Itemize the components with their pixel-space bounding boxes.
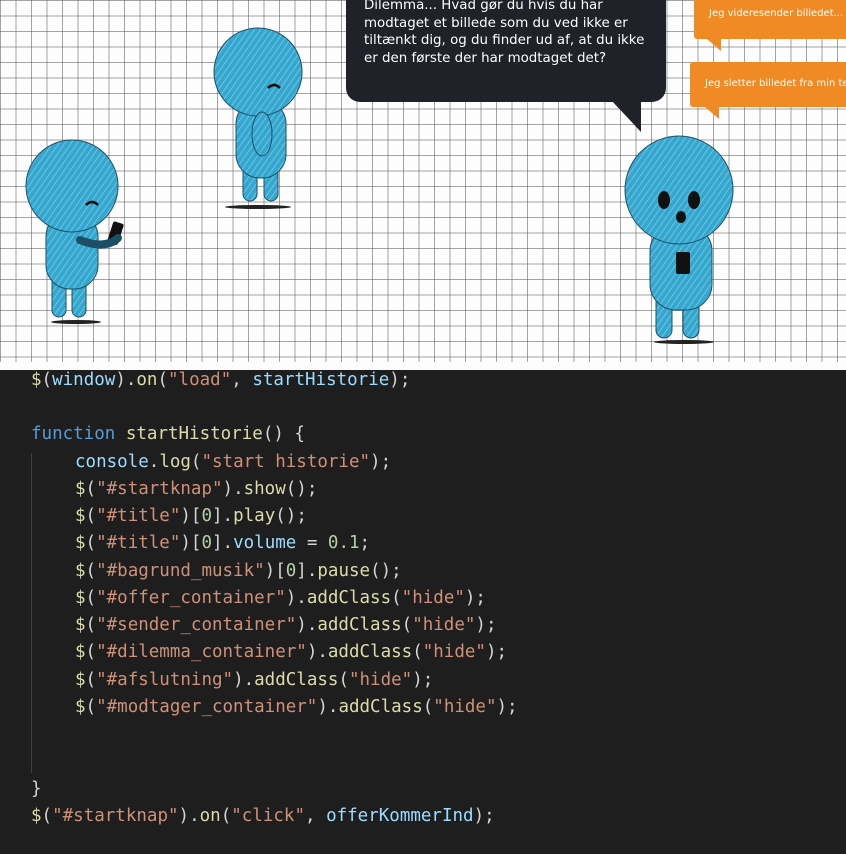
code-line-14: $("#startknap").on("click", offerKommerI… bbox=[31, 806, 495, 826]
code-line-13: } bbox=[31, 779, 42, 799]
code-line-6: $("#title")[0].volume = 0.1; bbox=[75, 533, 371, 553]
code-line-1: $(window).on("load", startHistorie); bbox=[31, 370, 411, 390]
code-line-10: $("#dilemma_container").addClass("hide")… bbox=[75, 642, 508, 662]
figure-middle bbox=[213, 27, 303, 209]
dialog-bubble-tail bbox=[611, 100, 641, 132]
choice-forward-button[interactable]: Jeg videresender billedet... bbox=[694, 0, 846, 39]
code-line-12: $("#modtager_container").addClass("hide"… bbox=[75, 697, 518, 717]
code-line-5: $("#title")[0].play(); bbox=[75, 506, 307, 526]
figure-right bbox=[624, 135, 734, 344]
choice-delete-tail bbox=[705, 107, 719, 119]
figure-left bbox=[25, 139, 124, 324]
code-line-4: $("#startknap").show(); bbox=[75, 479, 318, 499]
code-line-7: $("#bagrund_musik")[0].pause(); bbox=[75, 561, 402, 581]
choice-delete-button[interactable]: Jeg sletter billedet fra min telefon bbox=[690, 62, 846, 107]
indent-guide bbox=[31, 453, 32, 773]
story-scene: Dilemma... Hvad gør du hvis du har modta… bbox=[0, 0, 846, 362]
dialog-text: Dilemma... Hvad gør du hvis du har modta… bbox=[364, 0, 645, 66]
code-line-9: $("#sender_container").addClass("hide"); bbox=[75, 615, 497, 635]
code-line-11: $("#afslutning").addClass("hide"); bbox=[75, 670, 434, 690]
code-line-2: function startHistorie() { bbox=[31, 424, 305, 444]
code-line-8: $("#offer_container").addClass("hide"); bbox=[75, 588, 486, 608]
code-line-3: console.log("start historie"); bbox=[75, 452, 392, 472]
choice-forward-tail bbox=[707, 39, 721, 51]
